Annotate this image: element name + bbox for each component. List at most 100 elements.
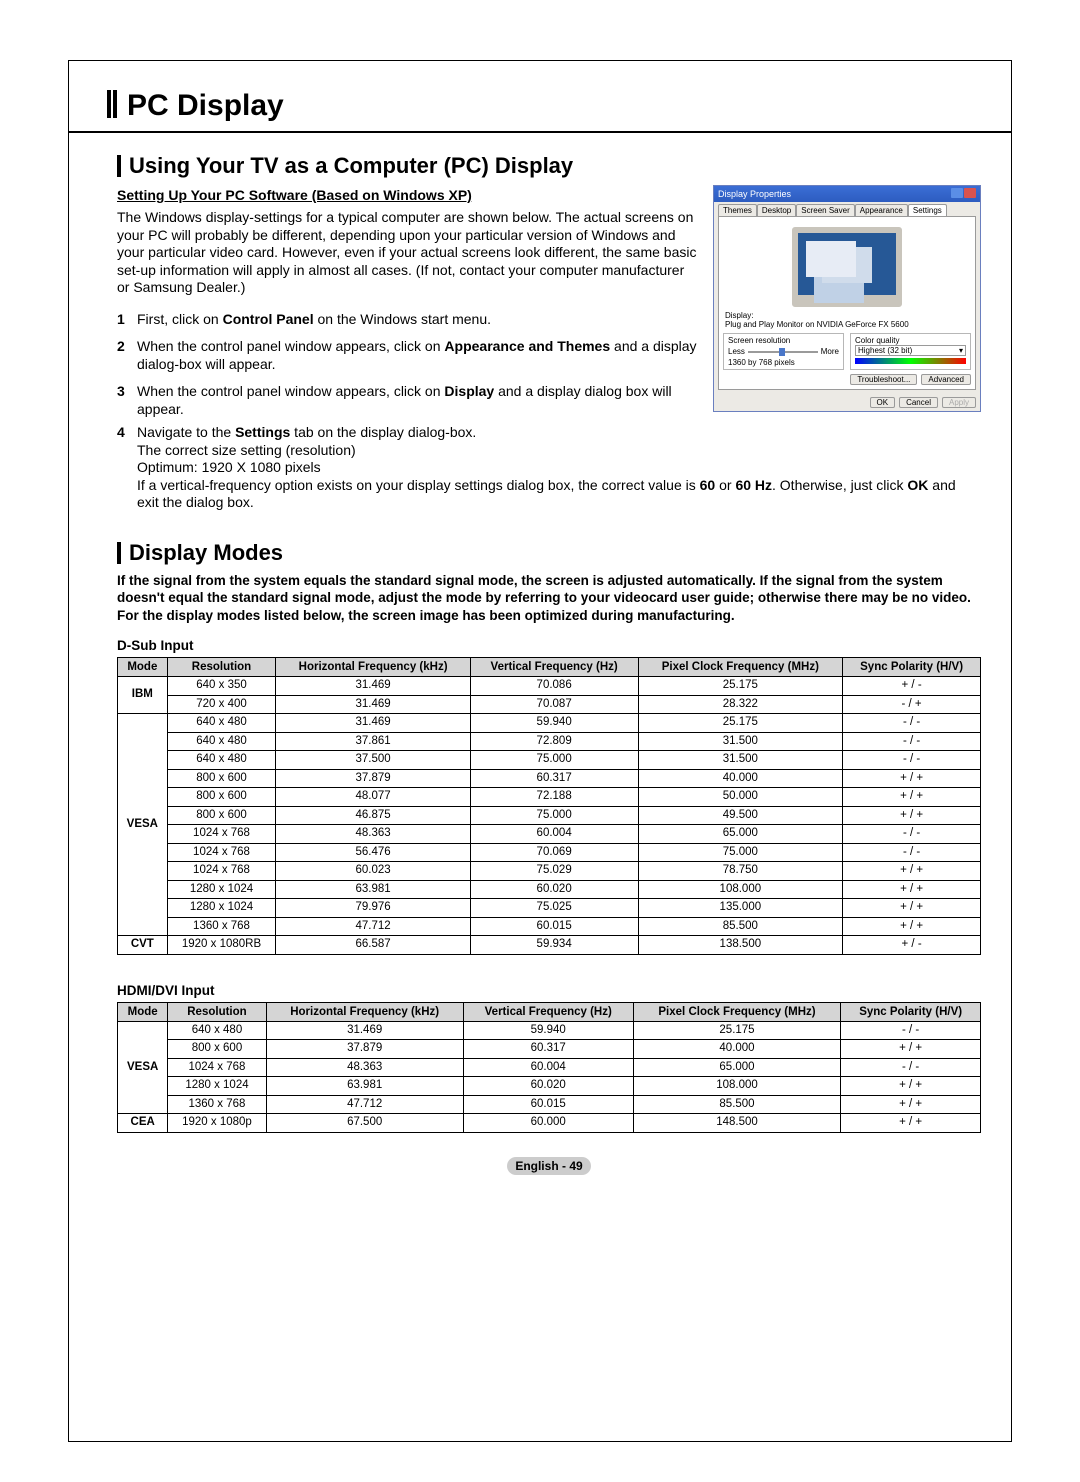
xp-tab-desktop[interactable]: Desktop [757, 204, 796, 216]
xp-resolution-slider[interactable]: Less More [728, 347, 839, 356]
step-1-text-a: First, click on [137, 311, 223, 327]
data-cell: 37.879 [266, 1040, 463, 1059]
step-3-body: When the control panel window appears, c… [137, 383, 699, 418]
data-cell: 47.712 [266, 1095, 463, 1114]
data-cell: 79.976 [276, 899, 470, 918]
xp-slider-less: Less [728, 347, 745, 356]
step-1-text-c: on the Windows start menu. [314, 311, 491, 327]
table-row: CEA1920 x 1080p67.50060.000148.500+ / + [118, 1114, 981, 1133]
data-cell: 60.004 [463, 1058, 633, 1077]
data-cell: 75.025 [470, 899, 638, 918]
xp-tabs: Themes Desktop Screen Saver Appearance S… [714, 202, 980, 216]
intro-paragraph: The Windows display-settings for a typic… [117, 209, 699, 297]
col-resolution: Resolution [168, 1002, 266, 1021]
data-cell: 1024 x 768 [167, 862, 276, 881]
data-cell: 60.015 [463, 1095, 633, 1114]
data-cell: 640 x 480 [168, 1021, 266, 1040]
xp-tab-settings[interactable]: Settings [908, 204, 947, 216]
xp-slider-thumb[interactable] [779, 348, 785, 356]
xp-tab-screen-saver[interactable]: Screen Saver [796, 204, 854, 216]
xp-advanced-button[interactable]: Advanced [921, 374, 971, 385]
xp-troubleshoot-button[interactable]: Troubleshoot... [850, 374, 917, 385]
xp-display-name: Plug and Play Monitor on NVIDIA GeForce … [723, 320, 971, 333]
xp-color-bar [855, 358, 966, 364]
xp-cancel-button[interactable]: Cancel [899, 397, 938, 408]
xp-help-icon[interactable] [951, 188, 963, 198]
data-cell: 75.000 [470, 751, 638, 770]
data-cell: + / + [843, 862, 981, 881]
data-cell: 25.175 [633, 1021, 841, 1040]
step-2-bold: Appearance and Themes [444, 338, 610, 354]
data-cell: 640 x 350 [167, 677, 276, 696]
step-2-number: 2 [117, 338, 137, 373]
data-cell: 72.809 [470, 732, 638, 751]
col-mode: Mode [118, 658, 168, 677]
mode-cell: CEA [118, 1114, 168, 1133]
data-cell: 1024 x 768 [168, 1058, 266, 1077]
data-cell: 49.500 [638, 806, 843, 825]
xp-ok-button[interactable]: OK [870, 397, 896, 408]
col-horizontal-frequency: Horizontal Frequency (kHz) [266, 1002, 463, 1021]
data-cell: 48.077 [276, 788, 470, 807]
xp-tab-themes[interactable]: Themes [718, 204, 757, 216]
table-row: 1024 x 76848.36360.00465.000- / - [118, 1058, 981, 1077]
data-cell: - / - [843, 843, 981, 862]
data-cell: 70.087 [470, 695, 638, 714]
data-cell: 48.363 [276, 825, 470, 844]
step-4-f6: OK [907, 477, 928, 493]
table-row: 800 x 60046.87575.00049.500+ / + [118, 806, 981, 825]
table-row: 1280 x 102463.98160.020108.000+ / + [118, 1077, 981, 1096]
table-row: 1024 x 76860.02375.02978.750+ / + [118, 862, 981, 881]
xp-display-label: Display: [723, 311, 971, 320]
data-cell: 60.317 [463, 1040, 633, 1059]
data-cell: + / + [841, 1114, 981, 1133]
xp-tab-appearance[interactable]: Appearance [855, 204, 908, 216]
title-underline [69, 131, 1011, 133]
xp-display-properties-dialog: Display Properties Themes Desktop Screen… [713, 185, 981, 412]
data-cell: 59.940 [470, 714, 638, 733]
steps-list: 1 First, click on Control Panel on the W… [117, 311, 699, 419]
xp-title-bar: Display Properties [714, 186, 980, 202]
step-4-bold: Settings [235, 424, 290, 440]
mode-cell: CVT [118, 936, 168, 955]
section-title-using-tv: Using Your TV as a Computer (PC) Display [129, 153, 573, 179]
data-cell: 60.023 [276, 862, 470, 881]
step-2-text-a: When the control panel window appears, c… [137, 338, 444, 354]
data-cell: + / + [843, 769, 981, 788]
table-row: 1280 x 102479.97675.025135.000+ / + [118, 899, 981, 918]
data-cell: 75.000 [638, 843, 843, 862]
data-cell: 800 x 600 [168, 1040, 266, 1059]
xp-group-res-label: Screen resolution [728, 336, 839, 345]
xp-monitor-preview [723, 221, 971, 311]
xp-apply-button[interactable]: Apply [942, 397, 976, 408]
data-cell: 60.004 [470, 825, 638, 844]
chevron-down-icon: ▾ [959, 346, 963, 355]
data-cell: - / - [841, 1058, 981, 1077]
table-row: 1024 x 76848.36360.00465.000- / - [118, 825, 981, 844]
section-title-display-modes: Display Modes [129, 540, 283, 566]
data-cell: 25.175 [638, 677, 843, 696]
table-row: 800 x 60037.87960.31740.000+ / + [118, 1040, 981, 1059]
hdmi-table-title: HDMI/DVI Input [117, 983, 981, 998]
mode-cell: VESA [118, 1021, 168, 1114]
xp-color-select[interactable]: Highest (32 bit) ▾ [855, 345, 966, 356]
data-cell: 50.000 [638, 788, 843, 807]
xp-close-icon[interactable] [964, 188, 976, 198]
footer-language-page: English - 49 [507, 1157, 590, 1175]
table-row: 800 x 60048.07772.18850.000+ / + [118, 788, 981, 807]
data-cell: 75.000 [470, 806, 638, 825]
xp-window-buttons [950, 188, 976, 200]
step-1-bold: Control Panel [223, 311, 314, 327]
step-4-text-c: tab on the display dialog-box. [290, 424, 476, 440]
col-sync-polarity: Sync Polarity (H/V) [843, 658, 981, 677]
data-cell: 47.712 [276, 917, 470, 936]
data-cell: 1360 x 768 [168, 1095, 266, 1114]
data-cell: 31.500 [638, 751, 843, 770]
step-1-body: First, click on Control Panel on the Win… [137, 311, 699, 329]
step-4-text-a: Navigate to the [137, 424, 235, 440]
data-cell: 640 x 480 [167, 714, 276, 733]
step-3-text-a: When the control panel window appears, c… [137, 383, 444, 399]
data-cell: - / + [843, 695, 981, 714]
data-cell: 72.188 [470, 788, 638, 807]
table-row: 800 x 60037.87960.31740.000+ / + [118, 769, 981, 788]
